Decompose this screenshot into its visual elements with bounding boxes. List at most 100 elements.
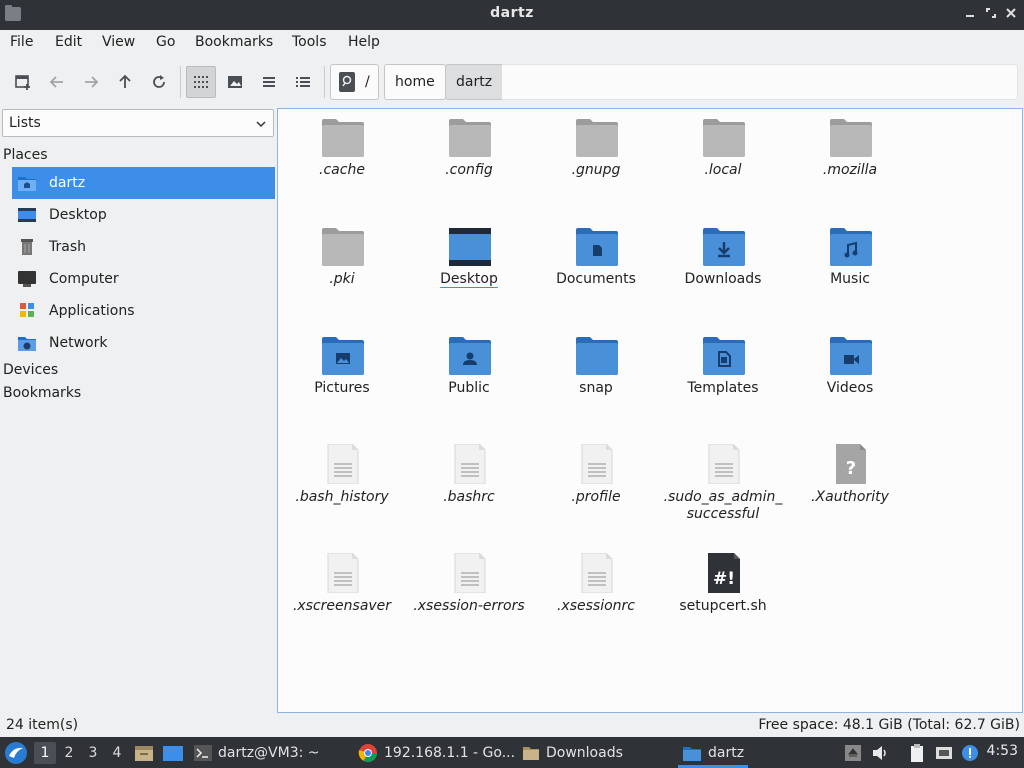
file-item[interactable]: Videos bbox=[790, 335, 910, 415]
file-icon-view[interactable]: .cache .config .gnupg .local .mozilla .pki Des… bbox=[277, 108, 1023, 713]
sidebar-item-label: dartz bbox=[49, 175, 86, 191]
network-status-icon[interactable] bbox=[934, 743, 954, 763]
documents-folder-icon bbox=[576, 228, 618, 266]
file-item[interactable]: Downloads bbox=[663, 226, 783, 306]
sidebar-item-dartz[interactable]: dartz bbox=[12, 167, 275, 199]
task-dartz[interactable]: dartz bbox=[678, 737, 749, 768]
sidebar-item-applications[interactable]: Applications bbox=[12, 295, 275, 327]
task-terminal[interactable]: dartz@VM3: ~ bbox=[194, 737, 320, 768]
bookmarks-section-title[interactable]: Bookmarks bbox=[3, 385, 81, 401]
sidebar-item-network[interactable]: Network bbox=[12, 327, 275, 359]
minimize-button[interactable] bbox=[961, 5, 979, 23]
menu-bookmarks[interactable]: Bookmarks bbox=[195, 34, 273, 50]
forward-button[interactable] bbox=[76, 66, 106, 98]
up-button[interactable] bbox=[110, 66, 140, 98]
file-item[interactable]: Documents bbox=[536, 226, 656, 306]
file-item[interactable]: Pictures bbox=[282, 335, 402, 415]
folder-icon bbox=[322, 119, 364, 157]
public-folder-icon bbox=[449, 337, 491, 375]
breadcrumb-root[interactable]: / bbox=[330, 64, 379, 100]
clock[interactable]: 4:53 bbox=[987, 743, 1018, 759]
file-name: setupcert.sh bbox=[679, 598, 767, 614]
volume-icon[interactable] bbox=[870, 743, 890, 763]
folder-icon bbox=[449, 119, 491, 157]
file-item[interactable]: .xscreensaver bbox=[282, 553, 402, 633]
file-name: Pictures bbox=[314, 380, 370, 396]
breadcrumb-dartz[interactable]: dartz bbox=[445, 64, 504, 100]
back-button[interactable] bbox=[42, 66, 72, 98]
shell-script-icon: #! bbox=[708, 553, 740, 593]
eject-icon[interactable] bbox=[843, 743, 863, 763]
file-item[interactable]: .mozilla bbox=[790, 117, 910, 197]
update-notifier-icon[interactable] bbox=[960, 743, 980, 763]
svg-text:#!: #! bbox=[713, 569, 735, 589]
file-item[interactable]: .bashrc bbox=[409, 444, 529, 524]
menu-go[interactable]: Go bbox=[156, 34, 175, 50]
menu-file[interactable]: File bbox=[10, 34, 33, 50]
file-item[interactable]: .sudo_as_admin_ successful bbox=[663, 444, 783, 524]
toolbar: / home dartz bbox=[0, 58, 1024, 106]
file-item[interactable]: .gnupg bbox=[536, 117, 656, 197]
file-item[interactable]: .bash_history bbox=[282, 444, 402, 524]
menu-help[interactable]: Help bbox=[348, 34, 380, 50]
sidebar-item-trash[interactable]: Trash bbox=[12, 231, 275, 263]
workspace-2[interactable]: 2 bbox=[58, 742, 80, 764]
close-button[interactable] bbox=[1002, 5, 1020, 23]
maximize-button[interactable] bbox=[982, 5, 1000, 23]
home-folder-icon bbox=[16, 173, 38, 193]
file-item[interactable]: Public bbox=[409, 335, 529, 415]
file-item[interactable]: Templates bbox=[663, 335, 783, 415]
file-item[interactable]: .config bbox=[409, 117, 529, 197]
file-item[interactable]: .profile bbox=[536, 444, 656, 524]
breadcrumb-home[interactable]: home bbox=[384, 64, 446, 100]
toolbar-separator bbox=[180, 66, 181, 98]
show-desktop-button[interactable] bbox=[162, 737, 184, 768]
file-item[interactable]: .cache bbox=[282, 117, 402, 197]
sidebar-item-computer[interactable]: Computer bbox=[12, 263, 275, 295]
file-name: .xsession-errors bbox=[413, 598, 525, 614]
sidebar-item-label: Applications bbox=[49, 303, 135, 319]
videos-folder-icon bbox=[830, 337, 872, 375]
file-item[interactable]: .xsession-errors bbox=[409, 553, 529, 633]
sidebar-mode-select[interactable]: Lists bbox=[2, 109, 274, 137]
file-item[interactable]: .xsessionrc bbox=[536, 553, 656, 633]
taskbar: 1 2 3 4 dartz@VM3: ~ 192.168.1.1 - Go...… bbox=[0, 737, 1024, 768]
sidebar-item-desktop[interactable]: Desktop bbox=[12, 199, 275, 231]
file-item[interactable]: .pki bbox=[282, 226, 402, 306]
reload-icon bbox=[153, 75, 165, 88]
menu-tools[interactable]: Tools bbox=[292, 34, 327, 50]
search-icon bbox=[339, 72, 355, 92]
start-menu-button[interactable] bbox=[4, 737, 28, 768]
icon-view-button[interactable] bbox=[186, 66, 216, 98]
file-item[interactable]: #! setupcert.sh bbox=[663, 553, 783, 633]
file-item[interactable]: ? .Xauthority bbox=[790, 444, 910, 524]
menu-edit[interactable]: Edit bbox=[55, 34, 82, 50]
file-name: .cache bbox=[319, 162, 365, 178]
reload-button[interactable] bbox=[144, 66, 174, 98]
devices-section-title[interactable]: Devices bbox=[3, 362, 58, 378]
compact-view-button[interactable] bbox=[254, 66, 284, 98]
sidebar-item-label: Trash bbox=[49, 239, 86, 255]
file-item[interactable]: Music bbox=[790, 226, 910, 306]
detailed-view-button[interactable] bbox=[288, 66, 318, 98]
task-browser[interactable]: 192.168.1.1 - Go... bbox=[358, 737, 515, 768]
file-item[interactable]: snap bbox=[536, 335, 656, 415]
menu-view[interactable]: View bbox=[102, 34, 135, 50]
folder-icon bbox=[576, 337, 618, 375]
thumbnail-view-button[interactable] bbox=[220, 66, 250, 98]
workspace-1[interactable]: 1 bbox=[34, 742, 56, 764]
workspace-3[interactable]: 3 bbox=[82, 742, 104, 764]
statusbar: 24 item(s) Free space: 48.1 GiB (Total: … bbox=[0, 714, 1024, 736]
task-downloads[interactable]: Downloads bbox=[522, 737, 623, 768]
file-item[interactable]: .local bbox=[663, 117, 783, 197]
file-manager-launcher[interactable] bbox=[134, 737, 154, 768]
new-tab-button[interactable] bbox=[8, 66, 38, 98]
chrome-icon bbox=[358, 743, 377, 762]
music-folder-icon bbox=[830, 228, 872, 266]
file-item[interactable]: Desktop bbox=[409, 226, 529, 306]
workspace-4[interactable]: 4 bbox=[106, 742, 128, 764]
svg-text:?: ? bbox=[846, 458, 856, 479]
file-name: Desktop bbox=[440, 271, 498, 287]
clipboard-icon[interactable] bbox=[907, 743, 927, 763]
places-section-title[interactable]: Places bbox=[3, 147, 48, 163]
